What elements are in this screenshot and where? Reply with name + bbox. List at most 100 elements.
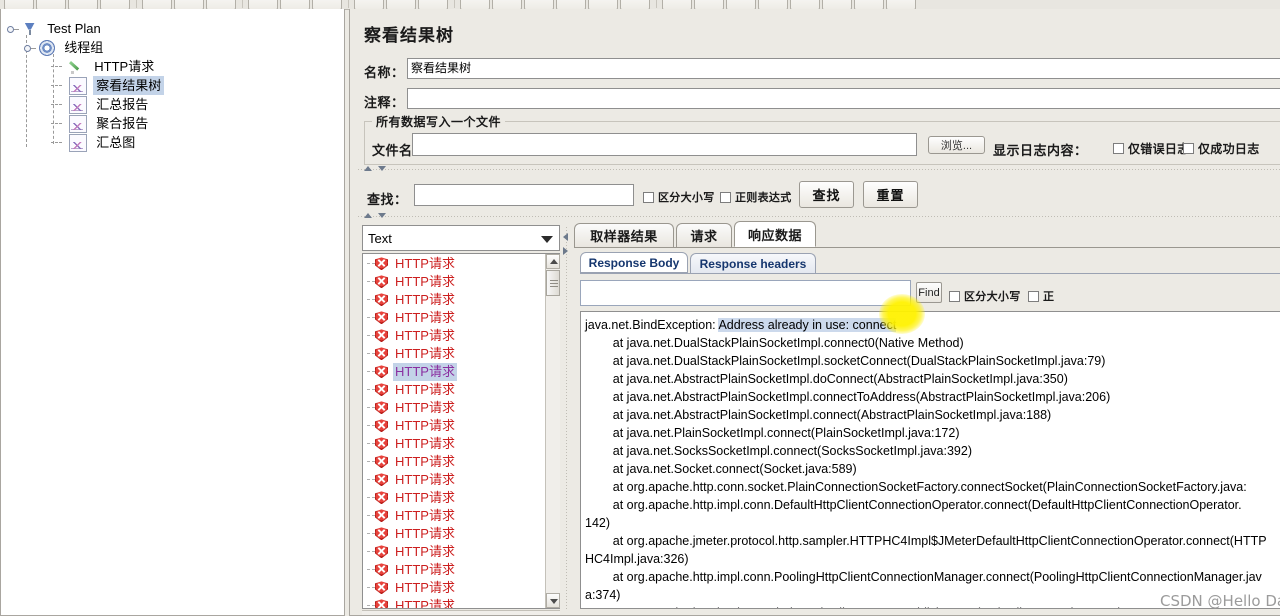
tree-elbow [367,551,375,553]
response-body-line: at java.net.SocksSocketImpl.connect(Sock… [585,444,972,458]
name-input[interactable]: 察看结果树 [407,58,1280,79]
tree-elbow [49,95,65,114]
splitter-collapse-down-icon[interactable] [378,166,386,171]
search-reset-button[interactable]: 重置 [863,181,918,208]
tab-request[interactable]: 请求 [676,223,732,247]
splitter-middle[interactable] [358,212,1280,221]
list-item-label: HTTP请求 [395,471,455,487]
response-body-line: at org.apache.http.conn.socket.PlainConn… [585,480,1247,494]
tree-elbow [367,479,375,481]
splitter-top[interactable] [358,165,1280,174]
list-item[interactable]: HTTP请求 [363,542,559,560]
exception-type: java.net.BindException: [585,318,719,332]
test-plan-tree[interactable]: Test Plan 线程组 HTTP请求 察看结果树 汇总报告 聚合报告 汇总图 [0,9,345,616]
find-button[interactable]: Find [916,282,942,303]
list-item[interactable]: HTTP请求 [363,380,559,398]
search-case-sensitive-checkbox[interactable]: 区分大小写 [643,189,715,205]
tree-expand-handle[interactable] [21,41,36,55]
list-item[interactable]: HTTP请求 [363,398,559,416]
tree-item-view-results-tree[interactable]: 察看结果树 [1,75,344,96]
response-body-line: 142) [585,516,611,530]
tree-item-thread-group[interactable]: 线程组 [1,37,344,56]
sample-result-list[interactable]: HTTP请求 HTTP请求 HTTP请求 HTTP请求 HTTP请求 HTTP请求 HTTP… [362,253,560,609]
list-item[interactable]: HTTP请求 [363,308,559,326]
list-item[interactable]: HTTP请求 [363,524,559,542]
tree-elbow [367,461,375,463]
list-item[interactable]: HTTP请求 [363,488,559,506]
splitter-collapse-up-icon[interactable] [364,213,372,218]
scroll-down-button[interactable] [546,593,560,608]
error-icon [375,599,388,608]
comment-input[interactable] [407,88,1280,109]
sub-tab-underline [580,273,1280,274]
view-mode-combo[interactable]: Text [362,225,560,251]
scrollbar-thumb[interactable] [546,270,560,296]
tab-sampler-result[interactable]: 取样器结果 [574,223,674,247]
error-icon [375,383,388,397]
browse-button[interactable]: 浏览... [928,136,985,154]
search-input[interactable] [414,184,634,206]
splitter-collapse-right-icon[interactable] [563,247,568,255]
errors-only-checkbox[interactable]: 仅错误日志 [1113,140,1190,157]
scroll-up-button[interactable] [546,254,560,269]
tab-response-headers[interactable]: Response headers [690,253,816,273]
find-regex-checkbox[interactable]: 正 [1028,288,1054,304]
response-body-line: at java.net.Socket.connect(Socket.java:5… [585,462,857,476]
success-only-checkbox[interactable]: 仅成功日志 [1183,140,1260,157]
tree-elbow [367,407,375,409]
list-item[interactable]: HTTP请求 [363,290,559,308]
list-item[interactable]: HTTP请求 [363,506,559,524]
list-item[interactable]: HTTP请求 [363,344,559,362]
list-item[interactable]: HTTP请求 [363,416,559,434]
list-item[interactable]: HTTP请求 [363,578,559,596]
tree-item-summary-report[interactable]: 汇总报告 [1,94,344,114]
find-case-sensitive-checkbox[interactable]: 区分大小写 [949,288,1021,304]
result-list-scrollbar[interactable] [545,254,560,608]
list-item[interactable]: HTTP请求 [363,254,559,272]
list-item[interactable]: HTTP请求 [363,560,559,578]
list-item[interactable]: HTTP请求 [363,326,559,344]
error-icon [375,581,388,595]
http-sampler-icon [69,59,85,75]
tree-item-test-plan[interactable]: Test Plan [1,18,344,37]
tree-elbow [367,335,375,337]
error-icon [375,257,388,271]
list-item[interactable]: HTTP请求 [363,452,559,470]
splitter-collapse-down-icon[interactable] [378,213,386,218]
tab-response-data[interactable]: 响应数据 [734,221,816,247]
filename-label: 文件名 [372,143,413,158]
list-item-label: HTTP请求 [395,345,455,361]
error-icon [375,329,388,343]
search-regex-checkbox[interactable]: 正则表达式 [720,189,792,205]
error-icon [375,401,388,415]
chevron-down-icon[interactable] [541,236,553,243]
list-item-label: HTTP请求 [395,435,455,451]
list-item[interactable]: HTTP请求 [363,272,559,290]
tab-response-body[interactable]: Response Body [580,252,688,273]
find-input[interactable] [580,280,911,306]
splitter-collapse-up-icon[interactable] [364,166,372,171]
response-body-pane[interactable]: java.net.BindException: Address already … [580,311,1280,609]
list-item[interactable]: HTTP请求 [363,470,559,488]
sample-result-rows[interactable]: HTTP请求 HTTP请求 HTTP请求 HTTP请求 HTTP请求 HTTP请求 HTTP… [363,254,559,608]
tree-elbow [367,515,375,517]
response-body-line: at java.net.AbstractPlainSocketImpl.conn… [585,390,1111,404]
splitter-collapse-left-icon[interactable] [563,233,568,241]
list-item-label: HTTP请求 [395,453,455,469]
tree-item-http-request[interactable]: HTTP请求 [1,56,344,75]
tree-expand-handle[interactable] [4,22,19,36]
list-item-label: HTTP请求 [395,273,455,289]
filename-input[interactable] [412,133,917,156]
tree-item-aggregate-report[interactable]: 聚合报告 [1,113,344,133]
list-item[interactable]: HTTP请求 [363,434,559,452]
list-item-label: HTTP请求 [395,507,455,523]
list-item[interactable]: HTTP请求 [363,362,559,381]
vertical-splitter[interactable] [562,225,571,609]
tree-item-aggregate-graph[interactable]: 汇总图 [1,132,344,152]
search-find-button[interactable]: 查找 [799,181,854,208]
response-body-line: at org.apache.http.impl.conn.PoolingHttp… [585,570,1262,584]
list-item[interactable]: HTTP请求 [363,596,559,608]
name-label: 名称： [364,65,405,80]
list-item-label: HTTP请求 [395,417,455,433]
result-list-hscrollbar[interactable] [362,610,560,615]
